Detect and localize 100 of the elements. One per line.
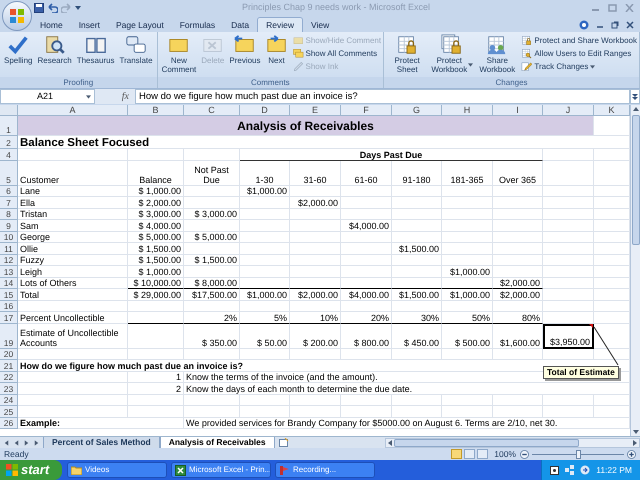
row-header[interactable]: 10 [0,232,18,243]
ribbon-tab[interactable]: Review [257,17,303,32]
formula-field[interactable]: How do we figure how much past due an invoice is? [135,89,630,104]
row-header[interactable]: 15 [0,289,18,300]
ribbon-button[interactable]: New Comment [160,34,198,76]
column-header[interactable]: E [290,105,341,116]
arrow-circle-icon[interactable] [580,465,590,475]
row-header[interactable]: 22 [0,372,18,383]
column-header[interactable]: J [543,105,594,116]
last-sheet-button[interactable] [33,438,40,446]
row-header[interactable]: 13 [0,266,18,278]
zoom-level[interactable]: 100% [494,448,516,460]
ribbon-button[interactable]: Research [35,34,74,76]
ribbon-button[interactable]: Translate [118,34,155,76]
column-header[interactable]: F [341,105,392,116]
sheet-tab[interactable]: Analysis of Receivables [160,436,275,448]
empty-cell [493,406,543,418]
column-header[interactable]: D [240,105,290,116]
row-header[interactable]: 8 [0,208,18,220]
row-header[interactable]: 11 [0,243,18,254]
zoom-slider[interactable] [532,450,624,458]
horizontal-scrollbar[interactable] [385,438,640,448]
row-header[interactable]: 2 [0,136,18,149]
column-header[interactable]: B [128,105,184,116]
ribbon-button[interactable]: Protect and Share Workbook [521,34,637,47]
sheet-cell: Lane [18,186,128,197]
row-header[interactable]: 14 [0,278,18,289]
ribbon-tab[interactable]: Formulas [172,17,224,32]
scrollbar-thumb[interactable] [394,438,579,446]
group-label: Changes [384,77,639,88]
ribbon-button[interactable]: Previous [227,34,262,76]
zoom-in-icon[interactable] [627,450,636,458]
ribbon-button[interactable]: Protect Sheet [386,34,428,76]
row-header[interactable]: 19 [0,324,18,348]
sheet-cell: Sam [18,220,128,232]
row-header[interactable]: 6 [0,186,18,197]
slider-thumb[interactable] [576,450,581,458]
help-icon[interactable] [550,466,560,474]
empty-cell [392,197,442,208]
first-sheet-button[interactable] [3,438,10,446]
row-header[interactable]: 17 [0,312,18,324]
vertical-scrollbar[interactable] [630,105,640,436]
expand-icon[interactable] [632,94,638,100]
save-icon[interactable] [34,3,44,13]
close-icon[interactable] [626,20,634,28]
row-header[interactable]: 7 [0,197,18,208]
ribbon-tab[interactable]: Home [32,17,71,32]
ribbon-button[interactable]: Spelling [2,34,34,76]
previous-sheet-button[interactable] [13,438,20,446]
row-header[interactable]: 25 [0,406,18,418]
sheet-cell: $1,000.00 [240,289,290,300]
ribbon-button[interactable]: Show All Comments [292,47,382,60]
column-header[interactable]: K [594,105,630,116]
sheet-cell: $1,500.00 [392,243,442,254]
row-header[interactable]: 20 [0,348,18,360]
start-button[interactable]: start [0,460,62,480]
ribbon-button[interactable]: Thesaurus [74,34,117,76]
name-box[interactable]: A21 [0,89,95,104]
insert-function-button[interactable]: fx [95,89,135,104]
row-header[interactable]: 5 [0,160,18,186]
customize-caret-icon[interactable] [75,5,81,11]
ribbon-button[interactable]: Protect Workbook [429,34,476,76]
row-header[interactable]: 1 [0,116,18,136]
taskbar-button[interactable]: Recording... [275,462,375,478]
column-header[interactable]: H [442,105,493,116]
taskbar-button[interactable]: Videos [67,462,167,478]
row-header[interactable]: 4 [0,149,18,160]
undo-icon[interactable] [47,3,58,13]
empty-cell [240,197,290,208]
sheet-tab[interactable]: Percent of Sales Method [43,436,160,448]
ribbon-tab[interactable]: Insert [70,17,108,32]
row-header[interactable]: 23 [0,383,18,394]
column-header[interactable]: I [493,105,543,116]
row-header[interactable]: 21 [0,360,18,372]
ribbon-button[interactable]: Share Workbook [476,34,518,76]
folder-icon [71,465,82,475]
row-header[interactable]: 26 [0,418,18,429]
network-icon[interactable] [565,465,574,475]
row-header[interactable]: 24 [0,394,18,406]
ribbon-button[interactable]: Allow Users to Edit Ranges [521,47,637,60]
ribbon-tab[interactable]: View [302,17,338,32]
ribbon-button[interactable]: Track Changes [521,60,637,73]
row-header[interactable]: 9 [0,220,18,232]
empty-cell [442,186,493,197]
scrollbar-thumb[interactable] [632,115,640,245]
empty-cell [543,186,594,197]
ribbon-button[interactable]: Next [264,34,290,76]
zoom-out-icon[interactable] [520,450,529,458]
row-header[interactable]: 12 [0,254,18,266]
column-header[interactable]: C [184,105,240,116]
column-header[interactable]: G [392,105,442,116]
insert-sheet-icon[interactable] [278,438,289,447]
ribbon-tab[interactable]: Data [223,17,258,32]
ribbon-tab[interactable]: Page Layout [108,17,172,32]
empty-cell [240,394,290,406]
restore-icon[interactable] [611,20,619,28]
row-header[interactable]: 16 [0,300,18,312]
next-sheet-button[interactable] [23,438,30,446]
column-header[interactable]: A [18,105,128,116]
help-icon[interactable] [579,20,589,30]
